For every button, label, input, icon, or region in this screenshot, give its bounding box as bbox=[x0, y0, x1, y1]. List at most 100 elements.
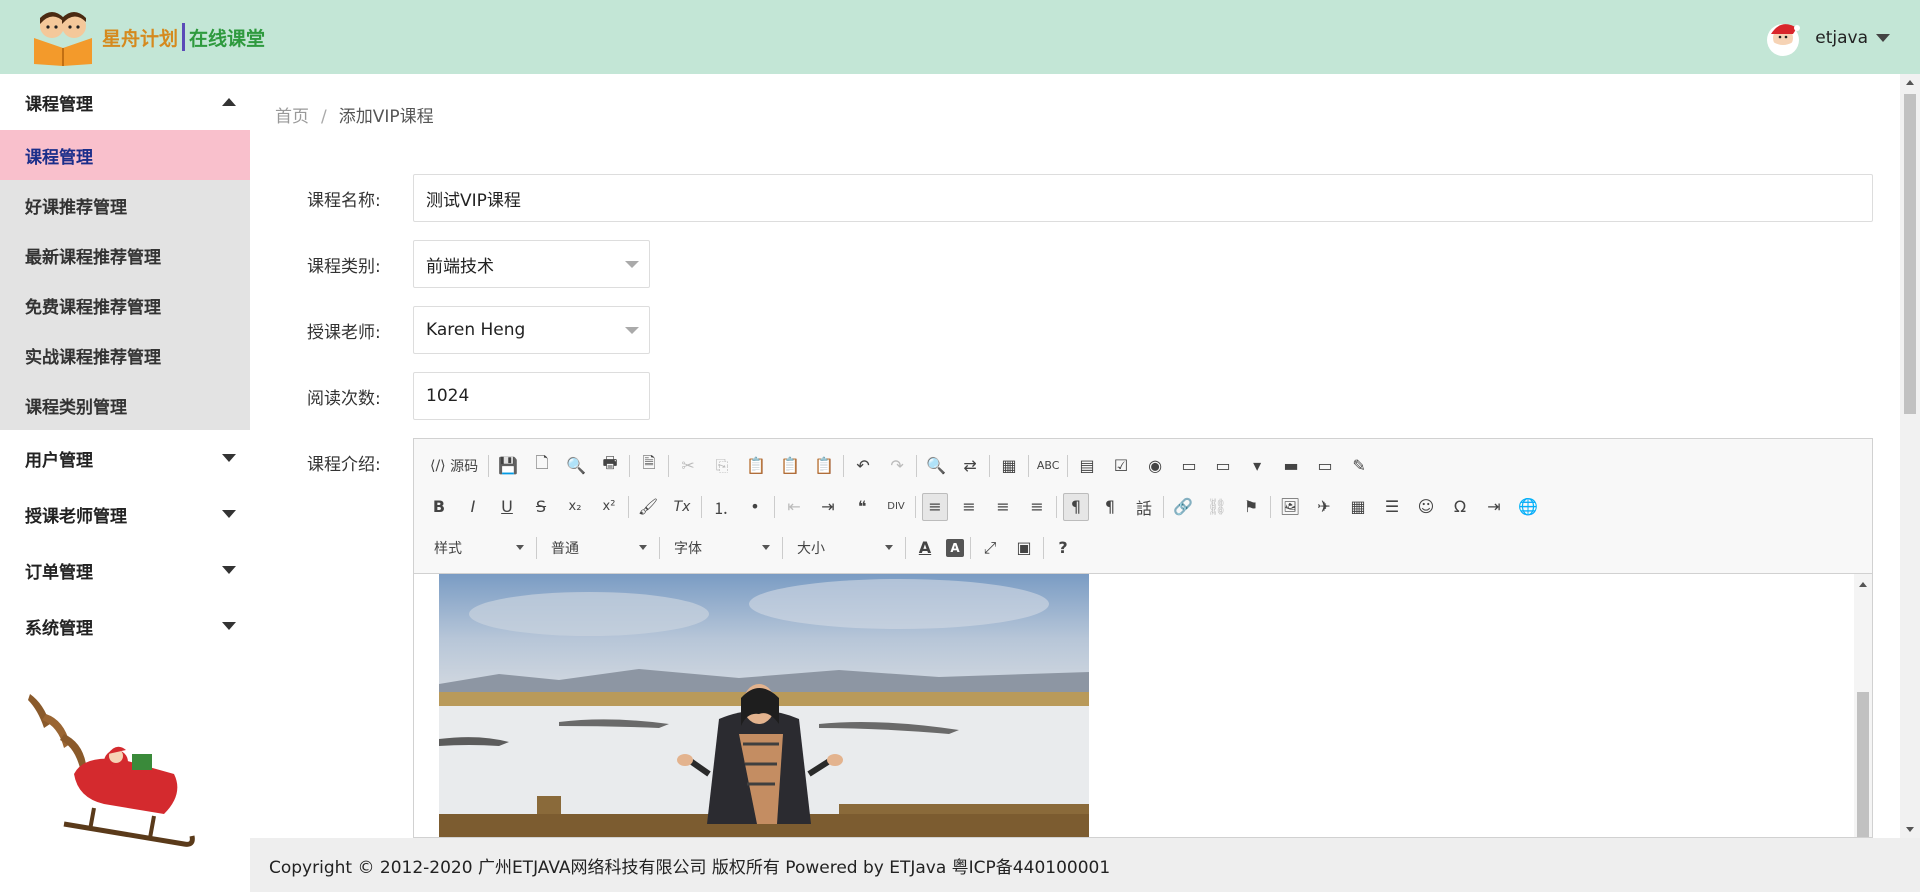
select-all-icon[interactable]: ▦ bbox=[996, 452, 1022, 480]
sidebar-group-course-management[interactable]: 课程管理 bbox=[0, 74, 250, 130]
anchor-flag-icon[interactable]: ⚑ bbox=[1238, 493, 1264, 521]
image-icon[interactable]: 🖼 bbox=[1277, 493, 1303, 521]
content-photo-snow-lake bbox=[439, 574, 1089, 837]
expand-down-icon bbox=[222, 622, 236, 630]
text-rtl-icon[interactable]: ¶ bbox=[1097, 493, 1123, 521]
div-container-icon[interactable]: DIV bbox=[883, 493, 909, 521]
align-left-icon[interactable]: ≡ bbox=[922, 492, 948, 521]
copy-icon[interactable]: ⎘ bbox=[709, 452, 735, 480]
sidebar-group-teacher-management[interactable]: 授课老师管理 bbox=[0, 486, 250, 542]
button-field-icon[interactable]: ▬ bbox=[1278, 452, 1304, 480]
undo-icon[interactable]: ↶ bbox=[850, 452, 876, 480]
templates-icon[interactable]: 🗎 bbox=[636, 452, 662, 480]
form-icon[interactable]: ▤ bbox=[1074, 452, 1100, 480]
align-center-icon[interactable]: ≡ bbox=[956, 493, 982, 521]
horizontal-line-icon[interactable]: ☰ bbox=[1379, 493, 1405, 521]
find-icon[interactable]: 🔍 bbox=[923, 452, 949, 480]
sidebar-item-good-course-recommend[interactable]: 好课推荐管理 bbox=[0, 180, 250, 230]
select-field-icon[interactable]: ▾ bbox=[1244, 452, 1270, 480]
language-icon[interactable]: 話 bbox=[1131, 493, 1157, 521]
strikethrough-icon[interactable]: S bbox=[528, 493, 554, 521]
smiley-icon[interactable]: ☺ bbox=[1413, 493, 1439, 521]
bulleted-list-icon[interactable]: • bbox=[742, 493, 768, 521]
align-right-icon[interactable]: ≡ bbox=[990, 493, 1016, 521]
flash-icon[interactable]: ✈ bbox=[1311, 493, 1337, 521]
cut-icon[interactable]: ✂ bbox=[675, 452, 701, 480]
format-combo[interactable]: 普通 bbox=[539, 535, 653, 561]
sidebar-item-practice-course-recommend[interactable]: 实战课程推荐管理 bbox=[0, 330, 250, 380]
toolbar-separator bbox=[536, 536, 537, 559]
maximize-icon[interactable]: ⤢ bbox=[977, 534, 1003, 562]
font-combo[interactable]: 字体 bbox=[662, 535, 776, 561]
numbered-list-icon[interactable]: ⒈ bbox=[708, 493, 734, 521]
show-blocks-icon[interactable]: ▣ bbox=[1011, 534, 1037, 562]
table-icon[interactable]: ▦ bbox=[1345, 493, 1371, 521]
view-count-input[interactable]: 1024 bbox=[413, 372, 650, 420]
spellcheck-icon[interactable]: ABC bbox=[1035, 452, 1061, 480]
text-color-icon[interactable]: A bbox=[912, 534, 938, 562]
sidebar-item-course-management[interactable]: 课程管理 bbox=[0, 130, 250, 180]
rich-text-editor: ⟨/⟩ 源码 💾 🗋 🔍 🖶 🗎 ✂ ⎘ 📋 📋 📋 ↶ ↷ 🔍 ⇄ ▦ ABC… bbox=[413, 438, 1873, 838]
help-icon[interactable]: ? bbox=[1050, 534, 1076, 562]
background-color-icon[interactable]: A bbox=[946, 538, 964, 557]
print-icon[interactable]: 🖶 bbox=[597, 452, 623, 480]
paste-word-icon[interactable]: 📋 bbox=[811, 452, 837, 480]
image-button-icon[interactable]: ▭ bbox=[1312, 452, 1338, 480]
teacher-select[interactable]: Karen Heng bbox=[413, 306, 650, 354]
unlink-icon[interactable]: ⛓ bbox=[1204, 493, 1230, 521]
text-ltr-icon[interactable]: ¶ bbox=[1063, 492, 1089, 521]
sidebar-item-latest-course-recommend[interactable]: 最新课程推荐管理 bbox=[0, 230, 250, 280]
footer: Copyright © 2012-2020 广州ETJAVA网络科技有限公司 版… bbox=[250, 838, 1920, 892]
user-dropdown-caret-icon bbox=[1876, 34, 1890, 42]
radio-icon[interactable]: ◉ bbox=[1142, 452, 1168, 480]
source-button[interactable]: ⟨/⟩ 源码 bbox=[426, 452, 482, 480]
page-scrollbar-thumb[interactable] bbox=[1904, 94, 1916, 414]
outdent-icon[interactable]: ⇤ bbox=[781, 493, 807, 521]
checkbox-icon[interactable]: ☑ bbox=[1108, 452, 1134, 480]
new-page-icon[interactable]: 🗋 bbox=[529, 452, 555, 480]
subscript-icon[interactable]: x₂ bbox=[562, 493, 588, 521]
sidebar-item-course-category[interactable]: 课程类别管理 bbox=[0, 380, 250, 430]
sidebar-group-system-management[interactable]: 系统管理 bbox=[0, 598, 250, 654]
indent-icon[interactable]: ⇥ bbox=[815, 493, 841, 521]
course-category-select[interactable]: 前端技术 bbox=[413, 240, 650, 288]
replace-icon[interactable]: ⇄ bbox=[957, 452, 983, 480]
scroll-down-arrow-icon[interactable] bbox=[1906, 827, 1914, 832]
copy-format-icon[interactable]: 🖌 bbox=[635, 493, 661, 521]
preview-icon[interactable]: 🔍 bbox=[563, 452, 589, 480]
save-icon[interactable]: 💾 bbox=[495, 452, 521, 480]
sidebar-group-user-management[interactable]: 用户管理 bbox=[0, 430, 250, 486]
paste-icon[interactable]: 📋 bbox=[743, 452, 769, 480]
page-break-icon[interactable]: ⇥ bbox=[1481, 493, 1507, 521]
align-justify-icon[interactable]: ≡ bbox=[1024, 493, 1050, 521]
underline-icon[interactable]: U bbox=[494, 493, 520, 521]
italic-icon[interactable]: I bbox=[460, 493, 486, 521]
redo-icon[interactable]: ↷ bbox=[884, 452, 910, 480]
textfield-icon[interactable]: ▭ bbox=[1176, 452, 1202, 480]
hidden-field-icon[interactable]: ✎ bbox=[1346, 452, 1372, 480]
course-name-input[interactable]: 测试VIP课程 bbox=[413, 174, 1873, 222]
style-combo[interactable]: 样式 bbox=[422, 535, 530, 561]
superscript-icon[interactable]: x² bbox=[596, 493, 622, 521]
iframe-globe-icon[interactable]: 🌐 bbox=[1515, 493, 1541, 521]
remove-format-icon[interactable]: Tx bbox=[669, 493, 695, 521]
paste-text-icon[interactable]: 📋 bbox=[777, 452, 803, 480]
textarea-icon[interactable]: ▭ bbox=[1210, 452, 1236, 480]
sidebar-group-order-management[interactable]: 订单管理 bbox=[0, 542, 250, 598]
blockquote-icon[interactable]: ❝ bbox=[849, 493, 875, 521]
scroll-up-arrow-icon[interactable] bbox=[1906, 80, 1914, 85]
user-menu[interactable]: etjava bbox=[1763, 18, 1890, 58]
sidebar-item-free-course-recommend[interactable]: 免费课程推荐管理 bbox=[0, 280, 250, 330]
editor-scrollbar[interactable] bbox=[1854, 574, 1872, 837]
logo[interactable]: 星舟计划 在线课堂 bbox=[30, 8, 265, 66]
brand-divider bbox=[182, 23, 186, 51]
scroll-up-arrow-icon[interactable] bbox=[1859, 582, 1867, 587]
bold-icon[interactable]: B bbox=[426, 493, 452, 521]
size-combo[interactable]: 大小 bbox=[785, 535, 899, 561]
editor-scrollbar-thumb[interactable] bbox=[1857, 692, 1869, 837]
link-icon[interactable]: 🔗 bbox=[1170, 493, 1196, 521]
breadcrumb-home[interactable]: 首页 bbox=[275, 107, 309, 127]
page-scrollbar[interactable] bbox=[1900, 74, 1920, 838]
editor-content-area[interactable] bbox=[414, 574, 1872, 837]
special-char-icon[interactable]: Ω bbox=[1447, 493, 1473, 521]
